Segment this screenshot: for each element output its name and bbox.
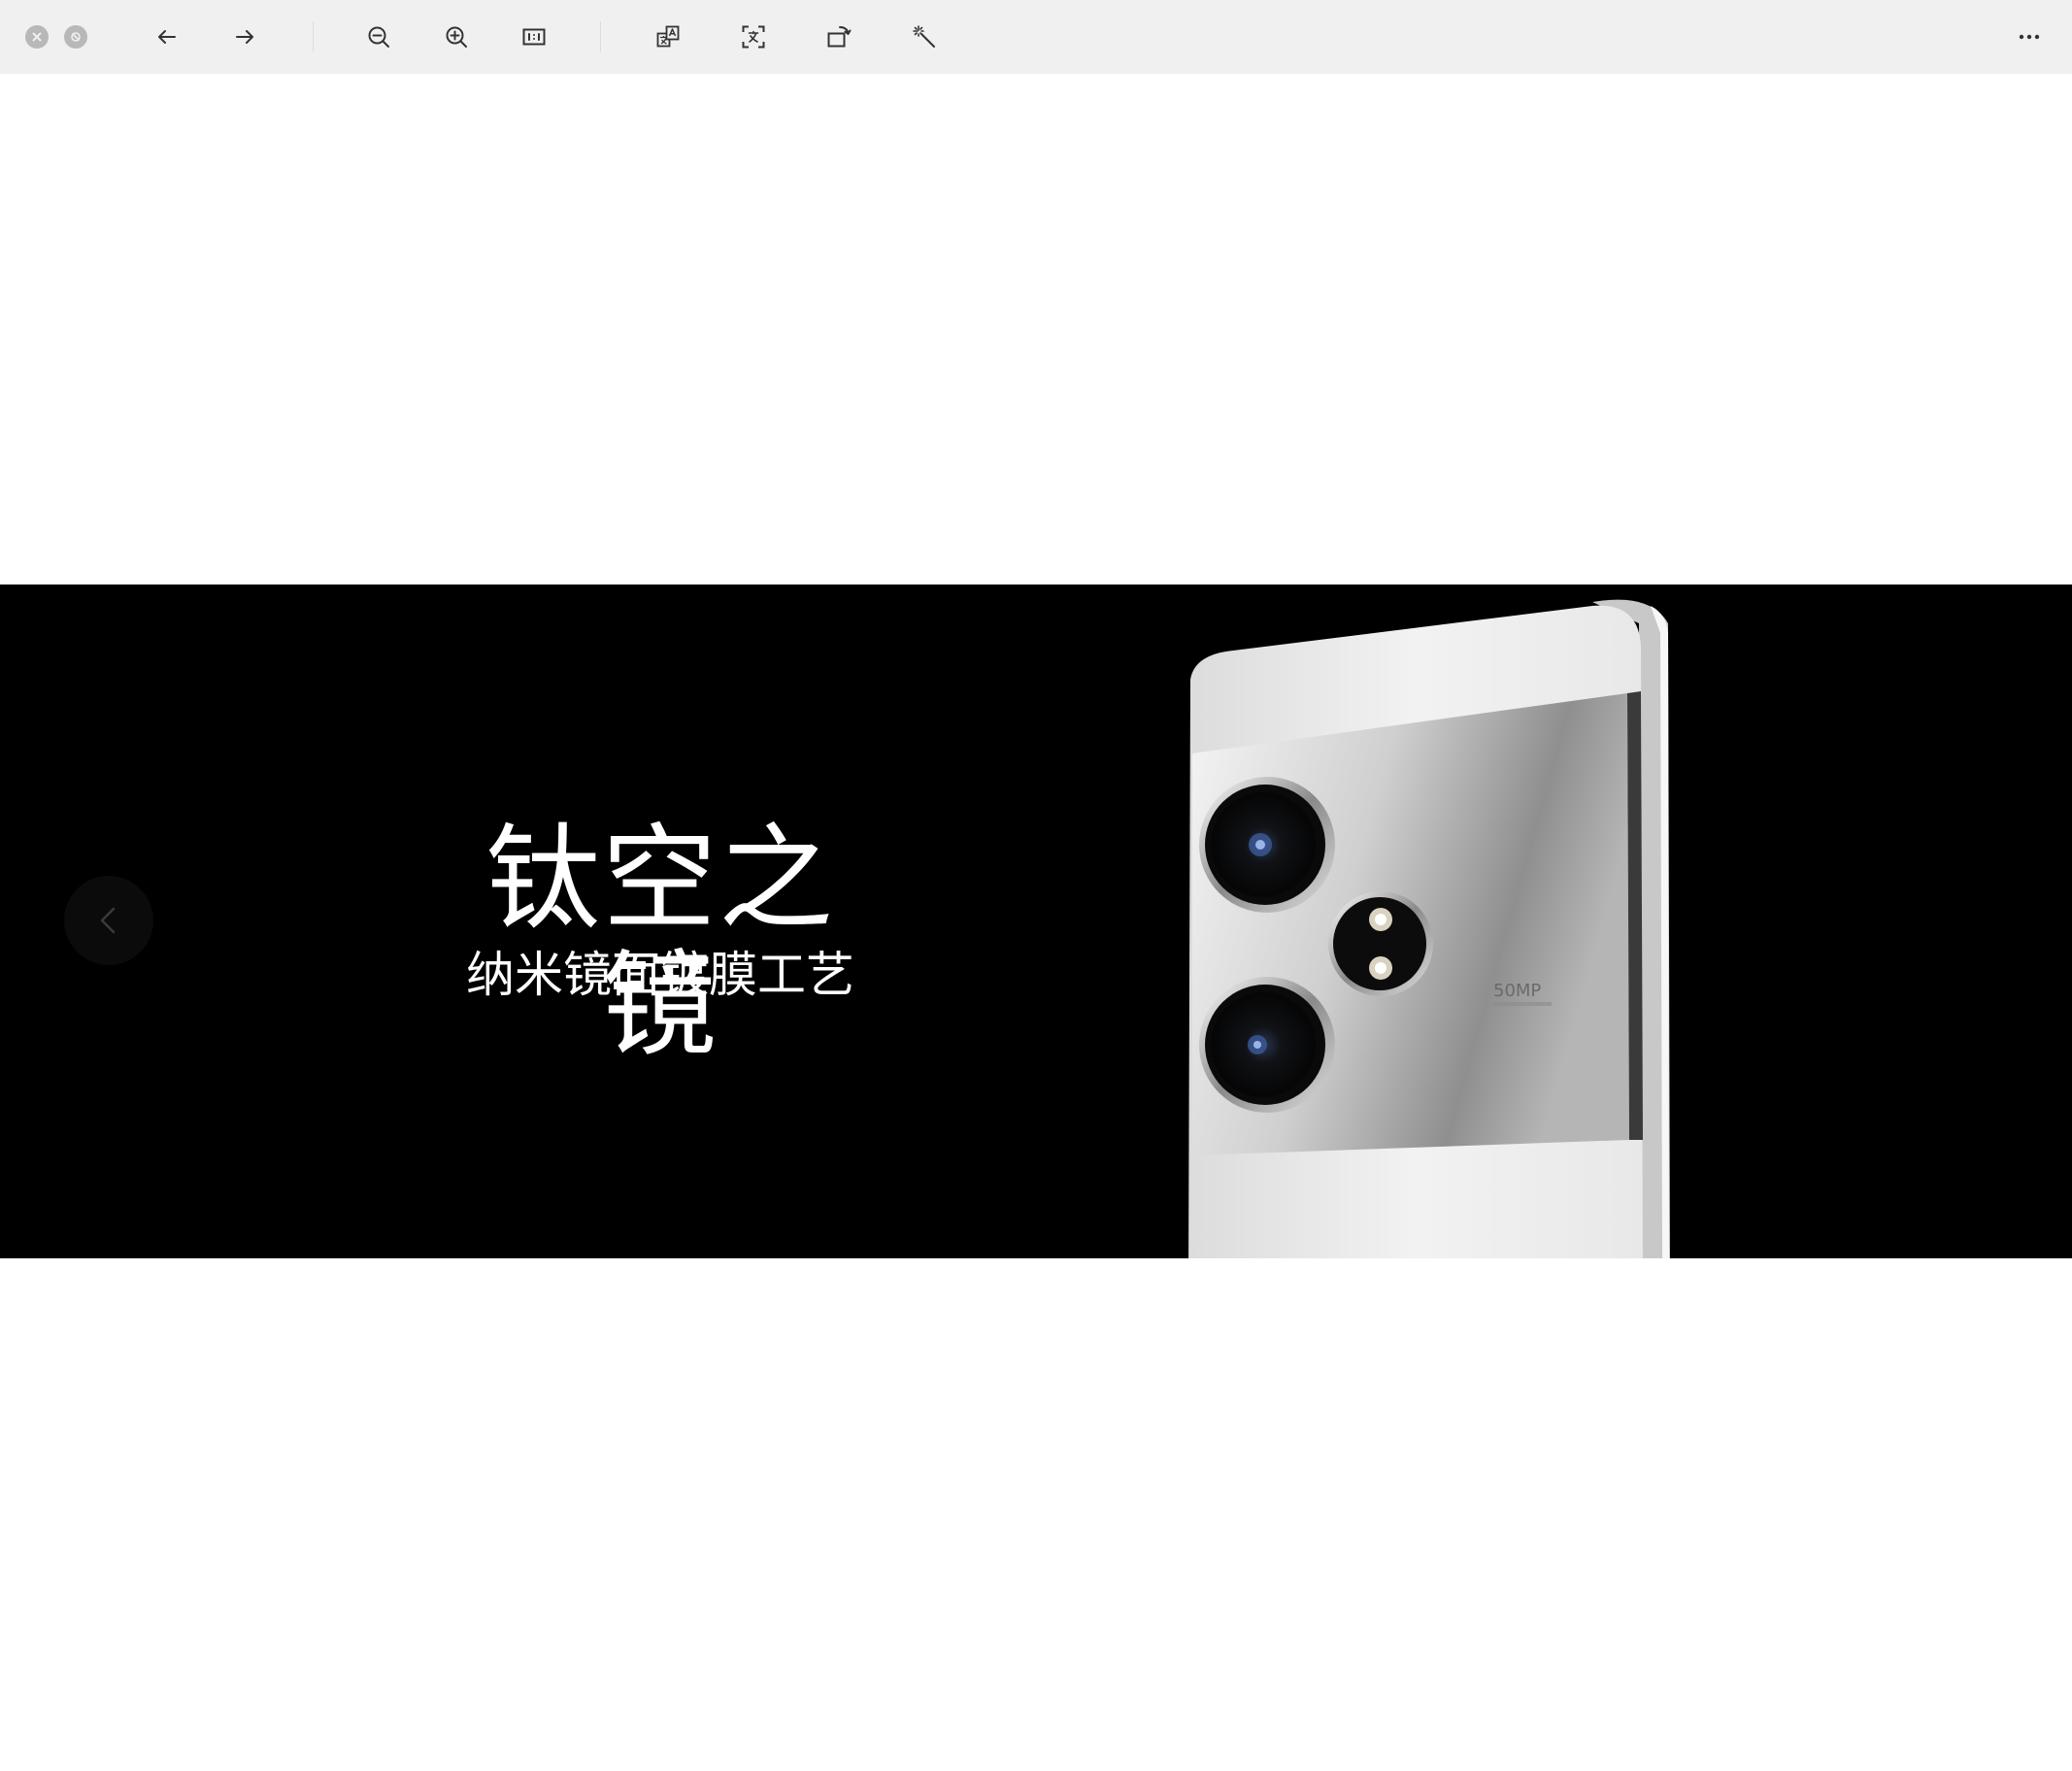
chevron-left-icon [100, 907, 116, 934]
actual-size-icon [522, 28, 546, 46]
translate-button[interactable] [649, 17, 687, 56]
zoom-in-icon [446, 26, 467, 48]
close-window-button[interactable] [25, 25, 49, 49]
toolbar-separator [313, 21, 314, 52]
text-recognition-icon [742, 25, 765, 49]
zoom-out-button[interactable] [359, 17, 398, 56]
rotate-icon [827, 26, 852, 48]
phone-badge-text: 50MP [1493, 981, 1541, 1001]
back-button[interactable] [148, 17, 186, 56]
text-recognition-button[interactable] [734, 17, 773, 56]
magic-wand-icon [913, 25, 935, 48]
close-icon [32, 32, 42, 42]
rotate-button[interactable] [819, 17, 858, 56]
actual-size-button[interactable] [515, 17, 553, 56]
phone-product-image: 50MP [1188, 599, 1670, 1258]
translate-icon [656, 25, 680, 48]
toolbar-separator [600, 21, 601, 52]
enhance-button[interactable] [905, 17, 944, 56]
banner-subline: 纳米镜面镀膜工艺 [466, 947, 854, 1003]
previous-image-button[interactable] [64, 876, 153, 965]
zoom-out-icon [368, 26, 389, 48]
image-viewer-toolbar [0, 0, 2072, 74]
forward-button[interactable] [225, 17, 264, 56]
more-options-button[interactable] [2010, 17, 2049, 56]
image-canvas: 钛空之镜 纳米镜面镀膜工艺 50MP [0, 74, 2072, 1771]
zoom-in-button[interactable] [437, 17, 476, 56]
banner-headline: 钛空之镜 [485, 812, 835, 1072]
product-banner-image: 钛空之镜 纳米镜面镀膜工艺 50MP [0, 585, 2072, 1258]
more-icon [2019, 34, 2040, 40]
minimize-icon [71, 32, 81, 42]
arrow-left-icon [158, 30, 176, 44]
minimize-window-button[interactable] [64, 25, 87, 49]
arrow-right-icon [236, 30, 253, 44]
